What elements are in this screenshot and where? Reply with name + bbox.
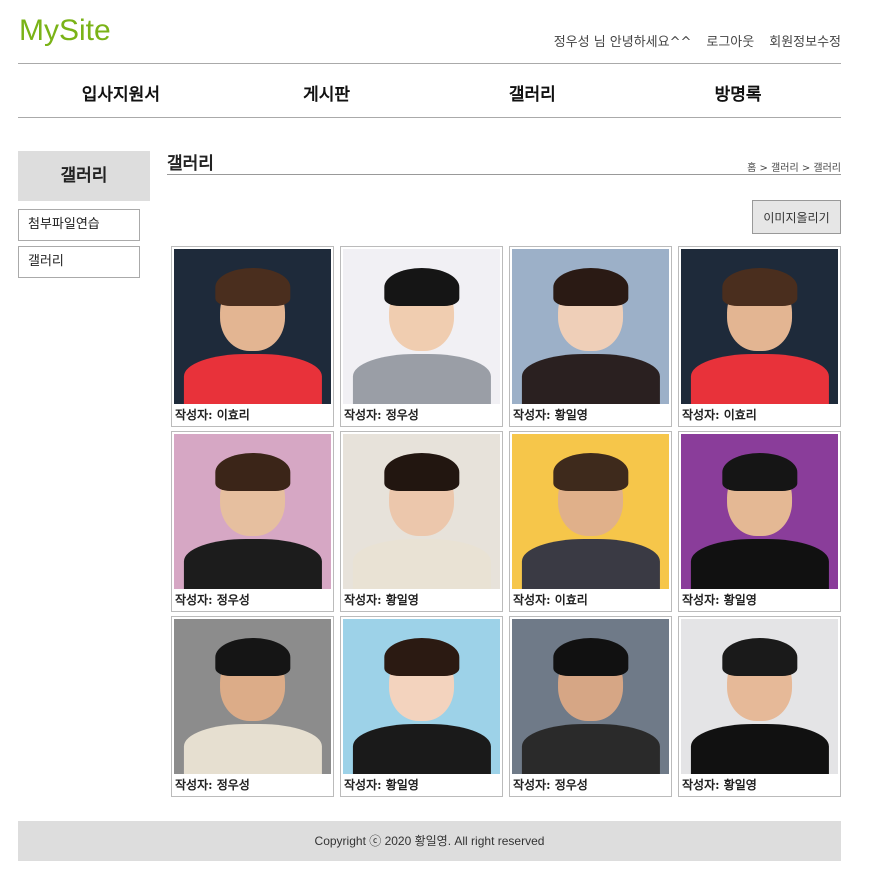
- sidebar-item-gallery[interactable]: 갤러리: [18, 246, 140, 278]
- greeting-text: 정우성 님 안녕하세요^^: [553, 35, 692, 50]
- top-menu: 정우성 님 안녕하세요^^ 로그아웃 회원정보수정: [554, 31, 841, 50]
- nav-item-application[interactable]: 입사지원서: [18, 64, 224, 117]
- photo-body-shape: [352, 354, 491, 404]
- gallery-photo[interactable]: [343, 619, 500, 774]
- photo-hair-shape: [214, 637, 291, 677]
- gallery-card[interactable]: 작성자: 황일영: [340, 431, 503, 612]
- gallery-caption: 작성자: 정우성: [513, 778, 588, 792]
- gallery-card[interactable]: 작성자: 황일영: [509, 246, 672, 427]
- photo-body-shape: [183, 724, 322, 774]
- photo-body-shape: [521, 539, 660, 589]
- gallery-photo[interactable]: [512, 249, 669, 404]
- copyright-text: Copyright ⓒ 2020 황일영. All right reserved: [314, 834, 545, 848]
- gallery-photo[interactable]: [174, 619, 331, 774]
- photo-hair-shape: [721, 452, 798, 492]
- nav-item-board[interactable]: 게시판: [224, 64, 430, 117]
- gallery-grid: 작성자: 이효리 작성자: 정우성 작성자: 황일영 작성자: 이효리 작성자: 정우성…: [171, 246, 842, 797]
- photo-hair-shape: [214, 452, 291, 492]
- gallery-caption: 작성자: 황일영: [344, 778, 419, 792]
- gallery-card[interactable]: 작성자: 황일영: [678, 431, 841, 612]
- photo-body-shape: [183, 354, 322, 404]
- page-title: 갤러리: [167, 154, 214, 174]
- photo-body-shape: [183, 539, 322, 589]
- breadcrumb: 홈 > 갤러리 > 갤러리: [747, 163, 841, 174]
- gallery-caption: 작성자: 황일영: [513, 408, 588, 422]
- photo-hair-shape: [552, 267, 629, 307]
- gallery-photo[interactable]: [681, 619, 838, 774]
- nav-item-guestbook[interactable]: 방명록: [635, 64, 841, 117]
- gallery-card[interactable]: 작성자: 정우성: [171, 616, 334, 797]
- photo-body-shape: [521, 724, 660, 774]
- site-logo[interactable]: MySite: [19, 14, 111, 48]
- photo-hair-shape: [214, 267, 291, 307]
- gallery-card[interactable]: 작성자: 이효리: [678, 246, 841, 427]
- sidebar-item-attachment-practice[interactable]: 첨부파일연습: [18, 209, 140, 241]
- gallery-card[interactable]: 작성자: 정우성: [509, 616, 672, 797]
- gallery-card[interactable]: 작성자: 황일영: [340, 616, 503, 797]
- gallery-card[interactable]: 작성자: 이효리: [171, 246, 334, 427]
- photo-hair-shape: [721, 267, 798, 307]
- gallery-photo[interactable]: [174, 434, 331, 589]
- footer: Copyright ⓒ 2020 황일영. All right reserved: [18, 821, 841, 861]
- gallery-card[interactable]: 작성자: 이효리: [509, 431, 672, 612]
- gallery-caption: 작성자: 정우성: [175, 593, 250, 607]
- gallery-caption: 작성자: 이효리: [682, 408, 757, 422]
- upload-image-button[interactable]: 이미지올리기: [752, 200, 841, 234]
- gallery-photo[interactable]: [174, 249, 331, 404]
- photo-hair-shape: [383, 637, 460, 677]
- gallery-photo[interactable]: [343, 434, 500, 589]
- gallery-caption: 작성자: 정우성: [344, 408, 419, 422]
- gallery-card[interactable]: 작성자: 황일영: [678, 616, 841, 797]
- photo-body-shape: [352, 724, 491, 774]
- photo-body-shape: [521, 354, 660, 404]
- sidebar-title: 갤러리: [18, 151, 150, 201]
- gallery-photo[interactable]: [512, 434, 669, 589]
- photo-body-shape: [690, 539, 829, 589]
- nav-item-gallery[interactable]: 갤러리: [430, 64, 636, 117]
- title-divider: [167, 174, 841, 175]
- gallery-caption: 작성자: 이효리: [175, 408, 250, 422]
- gallery-caption: 작성자: 황일영: [682, 778, 757, 792]
- gallery-caption: 작성자: 황일영: [344, 593, 419, 607]
- photo-body-shape: [690, 724, 829, 774]
- gallery-caption: 작성자: 정우성: [175, 778, 250, 792]
- gallery-photo[interactable]: [343, 249, 500, 404]
- edit-profile-link[interactable]: 회원정보수정: [769, 31, 841, 50]
- photo-hair-shape: [383, 452, 460, 492]
- gallery-photo[interactable]: [512, 619, 669, 774]
- photo-body-shape: [690, 354, 829, 404]
- header-divider-bottom: [18, 117, 841, 118]
- photo-hair-shape: [552, 452, 629, 492]
- gallery-card[interactable]: 작성자: 정우성: [340, 246, 503, 427]
- gallery-caption: 작성자: 황일영: [682, 593, 757, 607]
- gallery-photo[interactable]: [681, 434, 838, 589]
- logout-link[interactable]: 로그아웃: [706, 31, 754, 50]
- photo-hair-shape: [721, 637, 798, 677]
- gallery-photo[interactable]: [681, 249, 838, 404]
- photo-body-shape: [352, 539, 491, 589]
- photo-hair-shape: [552, 637, 629, 677]
- gallery-caption: 작성자: 이효리: [513, 593, 588, 607]
- photo-hair-shape: [383, 267, 460, 307]
- main-navigation: 입사지원서 게시판 갤러리 방명록: [18, 64, 841, 117]
- gallery-card[interactable]: 작성자: 정우성: [171, 431, 334, 612]
